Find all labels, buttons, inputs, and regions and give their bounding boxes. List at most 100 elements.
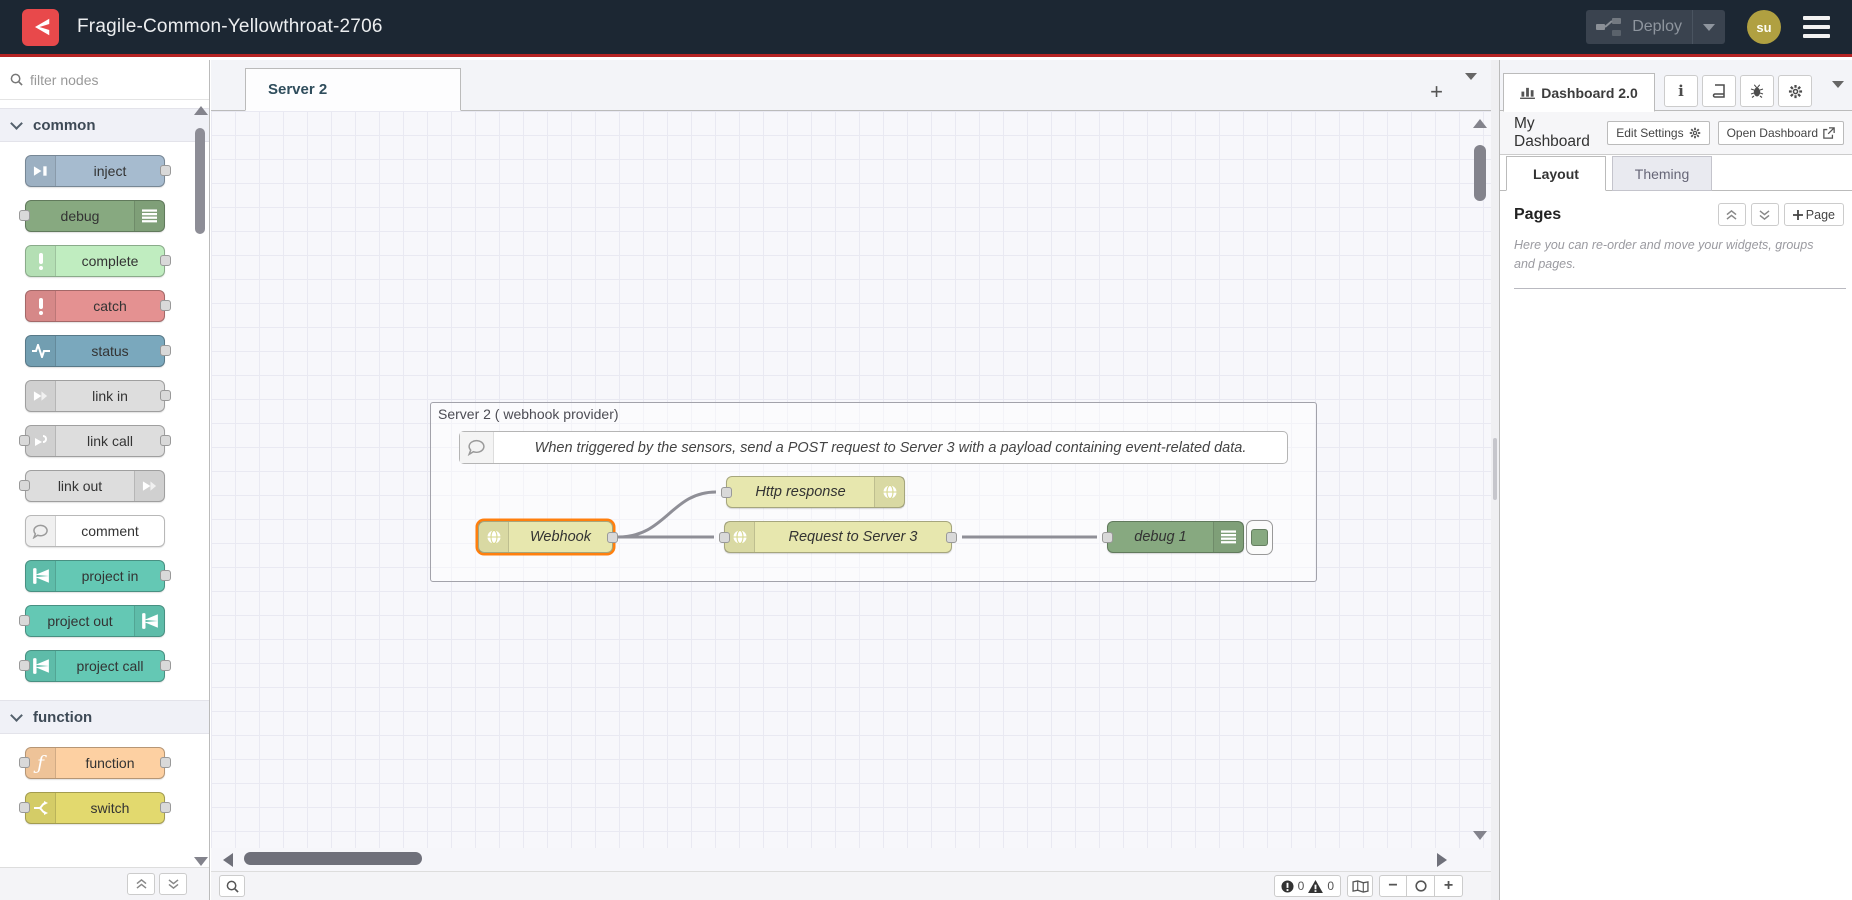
tab-debug-button[interactable] <box>1740 75 1774 107</box>
edit-settings-button[interactable]: Edit Settings <box>1607 121 1709 145</box>
main-menu-button[interactable] <box>1803 16 1830 38</box>
flow-list-button[interactable] <box>1465 80 1477 96</box>
tab-config-button[interactable] <box>1778 75 1812 107</box>
output-port <box>160 435 171 446</box>
canvas-search-button[interactable] <box>219 875 245 897</box>
scroll-down-icon[interactable] <box>194 857 208 866</box>
sidebar-splitter[interactable] <box>1491 60 1500 900</box>
palette-node-catch[interactable]: catch <box>25 290 165 322</box>
function-icon: ƒ <box>26 748 56 778</box>
palette-node-debug[interactable]: debug <box>25 200 165 232</box>
workspace: Server 2 + Server 2 ( webhook provider) <box>211 60 1491 900</box>
palette-footer <box>0 867 209 900</box>
collapse-all-button[interactable] <box>127 873 155 895</box>
output-port <box>160 300 171 311</box>
comment-node[interactable]: When triggered by the sensors, send a PO… <box>459 431 1288 464</box>
gear-icon <box>1788 84 1803 99</box>
zoom-controls: − + <box>1379 875 1463 897</box>
tab-dashboard-2[interactable]: Dashboard 2.0 <box>1503 73 1655 112</box>
tab-layout[interactable]: Layout <box>1506 156 1606 191</box>
switch-fork-icon <box>26 793 56 823</box>
output-port[interactable] <box>946 532 957 543</box>
palette-node-project-in[interactable]: project in <box>25 560 165 592</box>
canvas-vscroll-thumb[interactable] <box>1474 145 1486 201</box>
pages-help-text: Here you can re-order and move your widg… <box>1500 226 1852 274</box>
tab-help-button[interactable] <box>1702 75 1736 107</box>
deploy-options-button[interactable] <box>1692 10 1715 44</box>
palette-category-function[interactable]: function <box>0 700 209 734</box>
chevron-down-icon <box>1703 24 1715 31</box>
node-http-response[interactable]: Http response <box>726 476 905 508</box>
scroll-right-icon[interactable] <box>1437 853 1447 867</box>
output-port <box>160 802 171 813</box>
group-label: Server 2 ( webhook provider) <box>438 406 619 422</box>
splitter-handle[interactable] <box>1493 438 1497 500</box>
canvas-horizontal-scrollbar[interactable] <box>211 848 1491 871</box>
output-port <box>160 757 171 768</box>
expand-all-button[interactable] <box>159 873 187 895</box>
node-red-logo-icon <box>22 9 59 46</box>
output-port <box>160 390 171 401</box>
output-port[interactable] <box>607 532 618 543</box>
palette-node-inject[interactable]: inject <box>25 155 165 187</box>
scroll-up-icon[interactable] <box>1473 119 1487 128</box>
move-page-up-button[interactable] <box>1718 203 1746 226</box>
debug-enable-toggle[interactable] <box>1246 520 1273 555</box>
deploy-label: Deploy <box>1632 18 1682 36</box>
error-icon <box>1281 880 1294 893</box>
flow-canvas[interactable]: Server 2 ( webhook provider) When trigge… <box>211 111 1491 848</box>
palette-node-comment[interactable]: comment <box>25 515 165 547</box>
flow-tab-server-2[interactable]: Server 2 <box>245 68 461 111</box>
palette-node-project-call[interactable]: project call <box>25 650 165 682</box>
zoom-reset-button[interactable] <box>1407 875 1435 897</box>
deploy-button[interactable]: Deploy <box>1586 10 1725 44</box>
input-port <box>19 757 30 768</box>
palette-node-project-out[interactable]: project out <box>25 605 165 637</box>
move-page-down-button[interactable] <box>1751 203 1779 226</box>
add-page-button[interactable]: Page <box>1784 203 1844 226</box>
zoom-out-button[interactable]: − <box>1379 875 1407 897</box>
palette-node-status[interactable]: status <box>25 335 165 367</box>
info-icon: i <box>1678 82 1684 100</box>
palette-node-complete[interactable]: complete <box>25 245 165 277</box>
exclamation-icon <box>26 291 56 321</box>
speech-bubble-icon <box>26 516 56 546</box>
scroll-left-icon[interactable] <box>223 853 233 867</box>
zoom-reset-icon <box>1415 880 1427 892</box>
sidebar-menu-button[interactable] <box>1832 88 1844 104</box>
palette-node-link-call[interactable]: link call <box>25 425 165 457</box>
palette-node-link-in[interactable]: link in <box>25 380 165 412</box>
node-webhook[interactable]: Webhook <box>478 521 613 553</box>
scroll-up-icon[interactable] <box>194 106 208 115</box>
palette-category-common[interactable]: common <box>0 108 209 142</box>
project-logo-icon <box>26 651 56 681</box>
palette-filter-input[interactable] <box>30 72 180 88</box>
notification-counts[interactable]: 0 0 <box>1274 875 1341 897</box>
zoom-in-button[interactable]: + <box>1435 875 1463 897</box>
input-port[interactable] <box>1102 532 1113 543</box>
palette-node-switch[interactable]: switch <box>25 792 165 824</box>
canvas-vertical-scrollbar[interactable] <box>1473 119 1487 840</box>
palette-search[interactable] <box>0 60 209 100</box>
input-port[interactable] <box>719 532 730 543</box>
palette-scroll-thumb[interactable] <box>195 128 205 234</box>
add-flow-button[interactable]: + <box>1430 84 1443 100</box>
palette-node-function[interactable]: ƒ function <box>25 747 165 779</box>
tab-theming[interactable]: Theming <box>1612 156 1712 191</box>
canvas-hscroll-thumb[interactable] <box>244 852 422 865</box>
open-dashboard-button[interactable]: Open Dashboard <box>1718 121 1844 145</box>
navigator-button[interactable] <box>1347 875 1373 897</box>
input-port[interactable] <box>721 487 732 498</box>
input-port <box>19 480 30 491</box>
tab-info-button[interactable]: i <box>1664 75 1698 107</box>
node-debug-1[interactable]: debug 1 <box>1107 521 1244 553</box>
user-avatar[interactable]: su <box>1747 10 1781 44</box>
palette-node-link-out[interactable]: link out <box>25 470 165 502</box>
palette-scrollbar[interactable] <box>194 106 206 866</box>
project-logo-icon <box>26 561 56 591</box>
pages-header: Pages Page <box>1500 191 1852 226</box>
node-request-to-server-3[interactable]: Request to Server 3 <box>724 521 952 553</box>
globe-icon <box>874 477 904 507</box>
dashboard-title: My Dashboard <box>1514 115 1599 151</box>
scroll-down-icon[interactable] <box>1473 831 1487 840</box>
